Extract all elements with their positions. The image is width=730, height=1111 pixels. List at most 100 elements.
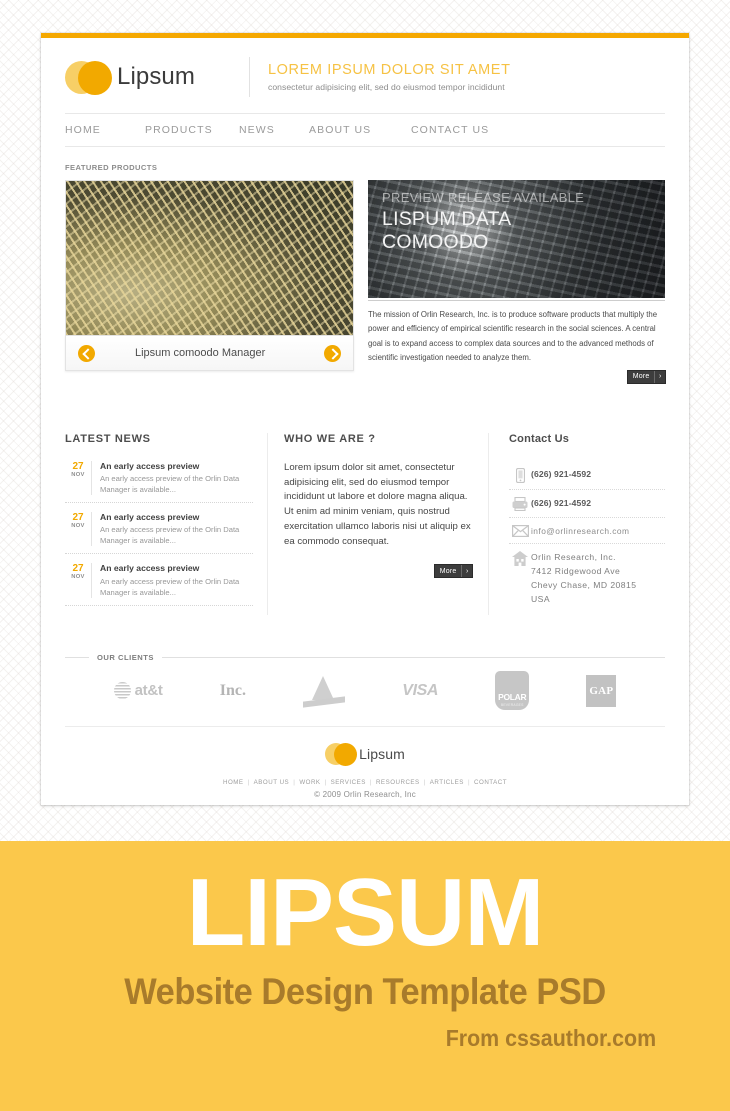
gap-logo: GAP [586,674,617,707]
hero-image: PREVIEW RELEASE AVAILABLE LISPUM DATA CO… [368,180,665,298]
news-title: An early access preview [100,460,200,471]
two-circles-logo-icon [65,58,117,96]
client-logos-row: at&t Inc. VISA POLAR BEVERAGES GAP [65,662,665,720]
hero-more-button[interactable]: More › [627,370,665,383]
hero-kicker: PREVIEW RELEASE AVAILABLE [382,190,585,205]
contact-us-heading: Contact Us [509,432,570,445]
hero-overlay-text: PREVIEW RELEASE AVAILABLE LISPUM DATA CO… [382,191,657,253]
chevron-right-icon: › [461,565,472,578]
contact-row-fax: (626) 921-4592 [509,490,665,518]
featured-product-title: Lipsum comoodo Manager [135,347,266,359]
arrow-right-icon[interactable] [324,344,342,362]
promo-banner: LIPSUM Website Design Template PSD From … [0,841,730,1111]
who-more-button[interactable]: More › [434,565,472,578]
news-description: An early access preview of the Orlin Dat… [100,474,240,494]
nav-item-home[interactable]: HOME [65,124,145,136]
featured-product-image [65,180,355,335]
main-navigation: HOME PRODUCTS NEWS ABOUT US CONTACT US [65,113,665,147]
nav-item-about-us[interactable]: ABOUT US [309,124,411,136]
nav-item-news[interactable]: NEWS [239,124,309,136]
hero-panel: PREVIEW RELEASE AVAILABLE LISPUM DATA CO… [368,180,665,383]
contact-address-value: Orlin Research, Inc. 7412 Ridgewood Ave … [531,552,637,605]
visa-logo-text: VISA [402,681,439,699]
arrow-left-icon[interactable] [78,344,95,362]
tagline-subtitle: consectetur adipisicing elit, sed do eiu… [268,81,505,92]
automail-logo [303,675,346,708]
promo-title: LIPSUM [186,859,545,966]
brand-logo[interactable]: Lipsum [65,58,245,96]
hero-title-line-1: LISPUM DATA [382,208,512,230]
footer-link-home[interactable]: HOME [223,779,244,786]
contact-us-column: Contact Us (626) 921-4592 (626) 921-4592 [489,433,665,615]
news-title: An early access preview [100,563,200,574]
who-more-label: More [439,567,457,575]
contact-phone-value: (626) 921-4592 [531,468,592,479]
contact-row-phone: (626) 921-4592 [509,461,665,490]
header-divider [249,56,250,97]
news-date: 27 NOV [65,460,92,495]
news-day: 27 [72,460,84,472]
news-date: 27 NOV [65,512,92,547]
news-date: 27 NOV [65,563,92,598]
footer-link-services[interactable]: SERVICES [331,779,366,786]
contact-row-address: Orlin Research, Inc. 7412 Ridgewood Ave … [509,544,665,613]
att-globe-icon [113,682,131,700]
footer-link-articles[interactable]: ARTICLES [430,779,464,786]
footer-copyright: © 2009 Orlin Research, Inc [314,789,416,799]
promo-subtitle: Website Design Template PSD [124,971,606,1013]
polar-logo-subtext: BEVERAGES [500,703,524,708]
att-logo-text: at&t [134,682,163,700]
our-clients-label: OUR CLIENTS [97,652,154,662]
contact-fax-value: (626) 921-4592 [531,497,592,508]
envelope-icon [509,524,531,537]
latest-news-column: LATEST NEWS 27 NOV An early access previ… [65,432,268,615]
content-columns: LATEST NEWS 27 NOV An early access previ… [65,432,665,615]
footer-link-contact[interactable]: CONTACT [474,779,507,786]
footer-link-about-us[interactable]: ABOUT US [254,779,290,786]
polar-logo: POLAR BEVERAGES [495,671,530,711]
featured-row: Lipsum comoodo Manager PREVIEW RELEASE A… [65,180,665,383]
news-list-item[interactable]: 27 NOV An early access preview An early … [65,460,253,503]
nav-item-contact-us[interactable]: CONTACT US [411,124,489,136]
hero-divider [368,300,665,301]
polar-logo-text: POLAR [498,691,527,702]
mobile-phone-icon [509,467,531,483]
who-we-are-column: WHO WE ARE ? Lorem ipsum dolor sit amet,… [268,432,489,615]
news-month: NOV [71,523,85,529]
news-day: 27 [72,512,84,523]
news-list-item[interactable]: 27 NOV An early access preview An early … [65,563,253,606]
news-description: An early access preview of the Orlin Dat… [100,576,240,597]
nav-item-products[interactable]: PRODUCTS [145,124,239,136]
chevron-right-icon: › [654,370,665,383]
hero-title: LISPUM DATA COMOODO [382,208,657,253]
footer-navigation: HOME | ABOUT US | WORK | SERVICES | RESOURCES | AR… [223,778,507,786]
tagline-title: LOREM IPSUM DOLOR SIT AMET [268,61,511,78]
hero-title-line-2: COMOODO [382,230,489,253]
automail-triangle-icon [312,675,335,700]
footer-brand-logo[interactable]: Lipsum [65,741,665,767]
site-header: Lipsum LOREM IPSUM DOLOR SIT AMET consec… [65,38,665,109]
gap-logo-text: GAP [589,684,614,697]
visa-logo: VISA [402,682,438,700]
featured-products-label: FEATURED PRODUCTS [65,163,158,172]
fax-machine-icon [509,496,531,511]
featured-product-caption-bar: Lipsum comoodo Manager [65,335,355,371]
header-tagline: LOREM IPSUM DOLOR SIT AMET consectetur a… [268,62,511,92]
our-clients-header: OUR CLIENTS [65,653,665,662]
news-title: An early access preview [100,512,200,522]
inc-logo-text: Inc. [219,681,246,699]
news-day: 27 [72,563,84,575]
who-we-are-body: Lorem ipsum dolor sit amet, consectetur … [284,461,471,547]
featured-product-card: Lipsum comoodo Manager [65,180,355,383]
news-list-item[interactable]: 27 NOV An early access preview An early … [65,512,253,555]
contact-email-value[interactable]: info@orlinresearch.com [531,524,629,538]
brand-name: Lipsum [117,62,195,90]
footer-link-work[interactable]: WORK [299,779,320,786]
rule-right [161,656,665,658]
rule-left [65,656,89,658]
contact-row-email: info@orlinresearch.com [509,518,665,545]
hero-body-text: The mission of Orlin Research, Inc. is t… [368,310,658,363]
hero-more-label: More [632,373,650,381]
footer-link-resources[interactable]: RESOURCES [376,779,420,786]
footer-brand-name: Lipsum [359,745,405,762]
